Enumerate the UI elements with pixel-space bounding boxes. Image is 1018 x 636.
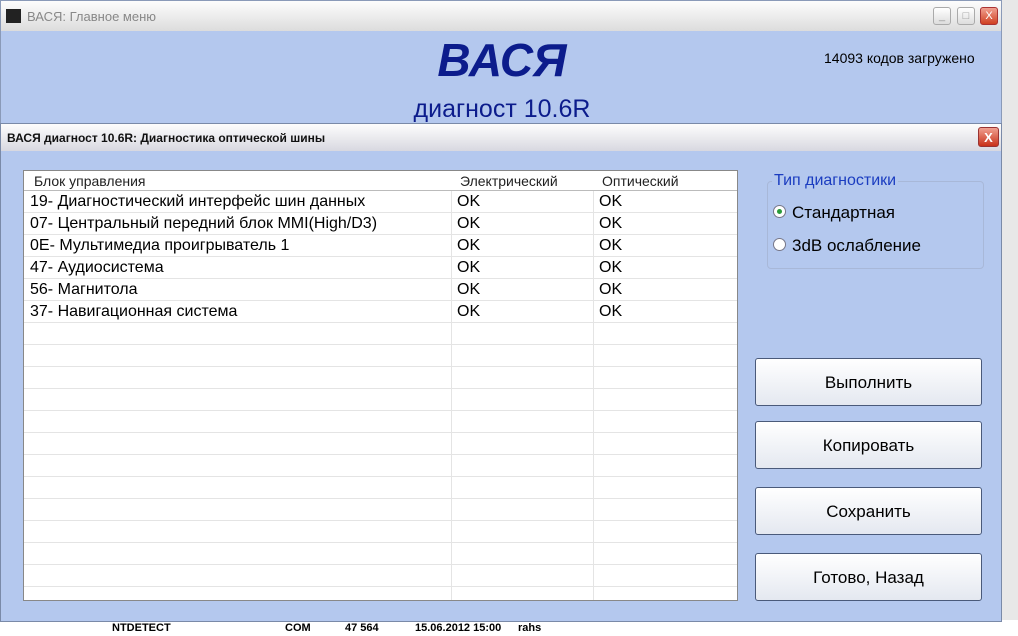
copy-button[interactable]: Копировать xyxy=(755,421,982,469)
empty-table-row[interactable] xyxy=(24,455,737,477)
empty-table-row[interactable] xyxy=(24,477,737,499)
empty-table-row[interactable] xyxy=(24,587,737,600)
empty-table-row[interactable] xyxy=(24,521,737,543)
empty-table-row[interactable] xyxy=(24,543,737,565)
radio-standard[interactable]: Стандартная xyxy=(773,203,895,223)
cell-optical: OK xyxy=(599,303,623,320)
empty-table-row[interactable] xyxy=(24,433,737,455)
file-size: 47 564 xyxy=(345,622,379,634)
cell-electrical: OK xyxy=(457,281,481,298)
cell-optical: OK xyxy=(599,259,623,276)
maximize-button[interactable]: □ xyxy=(957,7,975,25)
header-electrical[interactable]: Электрический xyxy=(460,173,558,189)
cell-electrical: OK xyxy=(457,193,481,210)
cell-optical: OK xyxy=(599,281,623,298)
table-row[interactable]: 19- Диагностический интерфейс шин данных… xyxy=(24,191,737,213)
cell-optical: OK xyxy=(599,193,623,210)
cell-control-unit: 37- Навигационная система xyxy=(30,303,238,320)
app-subtitle: диагност 10.6R xyxy=(413,95,591,123)
empty-table-row[interactable] xyxy=(24,345,737,367)
file-name: NTDETECT xyxy=(112,622,171,634)
cell-control-unit: 56- Магнитола xyxy=(30,281,138,298)
empty-table-row[interactable] xyxy=(24,411,737,433)
empty-table-row[interactable] xyxy=(24,389,737,411)
dialog-title-bar[interactable]: ВАСЯ диагност 10.6R: Диагностика оптичес… xyxy=(1,124,1001,151)
radio-checked-icon[interactable] xyxy=(773,205,786,218)
table-row[interactable]: 47- Аудиосистема OK OK xyxy=(24,257,737,279)
diag-type-label: Тип диагностики xyxy=(772,172,899,190)
table-row[interactable]: 0E- Мультимедиа проигрыватель 1 OK OK xyxy=(24,235,737,257)
cell-electrical: OK xyxy=(457,215,481,232)
cell-electrical: OK xyxy=(457,303,481,320)
optical-bus-dialog: ВАСЯ диагност 10.6R: Диагностика оптичес… xyxy=(0,123,1002,622)
main-window-title: ВАСЯ: Главное меню xyxy=(27,9,157,24)
file-attr: rahs xyxy=(518,622,542,634)
done-back-button[interactable]: Готово, Назад xyxy=(755,553,982,601)
app-icon xyxy=(6,9,21,23)
cell-control-unit: 47- Аудиосистема xyxy=(30,259,164,276)
radio-3db[interactable]: 3dB ослабление xyxy=(773,236,921,256)
cell-control-unit: 0E- Мультимедиа проигрыватель 1 xyxy=(30,237,290,254)
cell-optical: OK xyxy=(599,237,623,254)
cell-electrical: OK xyxy=(457,259,481,276)
cell-optical: OK xyxy=(599,215,623,232)
empty-table-row[interactable] xyxy=(24,323,737,345)
dialog-title: ВАСЯ диагност 10.6R: Диагностика оптичес… xyxy=(7,131,326,145)
background-file-row: NTDETECT COM 47 564 15.06.2012 15:00 rah… xyxy=(0,620,1018,636)
cell-electrical: OK xyxy=(457,237,481,254)
run-button[interactable]: Выполнить xyxy=(755,358,982,406)
main-title-bar[interactable]: ВАСЯ: Главное меню _ □ X xyxy=(1,1,1001,31)
codes-loaded: 14093 кодов загружено xyxy=(824,50,975,66)
header-optical[interactable]: Оптический xyxy=(602,173,679,189)
dialog-close-button[interactable]: X xyxy=(978,127,999,147)
cell-control-unit: 07- Центральный передний блок MMI(High/D… xyxy=(30,215,378,232)
radio-unchecked-icon[interactable] xyxy=(773,238,786,251)
file-date: 15.06.2012 15:00 xyxy=(415,622,502,634)
results-table[interactable]: Блок управления Электрический Оптический… xyxy=(23,170,738,601)
empty-table-row[interactable] xyxy=(24,499,737,521)
empty-table-row[interactable] xyxy=(24,565,737,587)
table-row[interactable]: 07- Центральный передний блок MMI(High/D… xyxy=(24,213,737,235)
table-header: Блок управления Электрический Оптический xyxy=(24,171,737,191)
header-control-unit[interactable]: Блок управления xyxy=(34,173,146,189)
background-window xyxy=(1002,0,1018,636)
empty-table-row[interactable] xyxy=(24,367,737,389)
table-row[interactable]: 56- Магнитола OK OK xyxy=(24,279,737,301)
file-ext: COM xyxy=(285,622,311,634)
cell-control-unit: 19- Диагностический интерфейс шин данных xyxy=(30,193,366,210)
close-button[interactable]: X xyxy=(980,7,998,25)
save-button[interactable]: Сохранить xyxy=(755,487,982,535)
table-row[interactable]: 37- Навигационная система OK OK xyxy=(24,301,737,323)
minimize-button[interactable]: _ xyxy=(933,7,951,25)
